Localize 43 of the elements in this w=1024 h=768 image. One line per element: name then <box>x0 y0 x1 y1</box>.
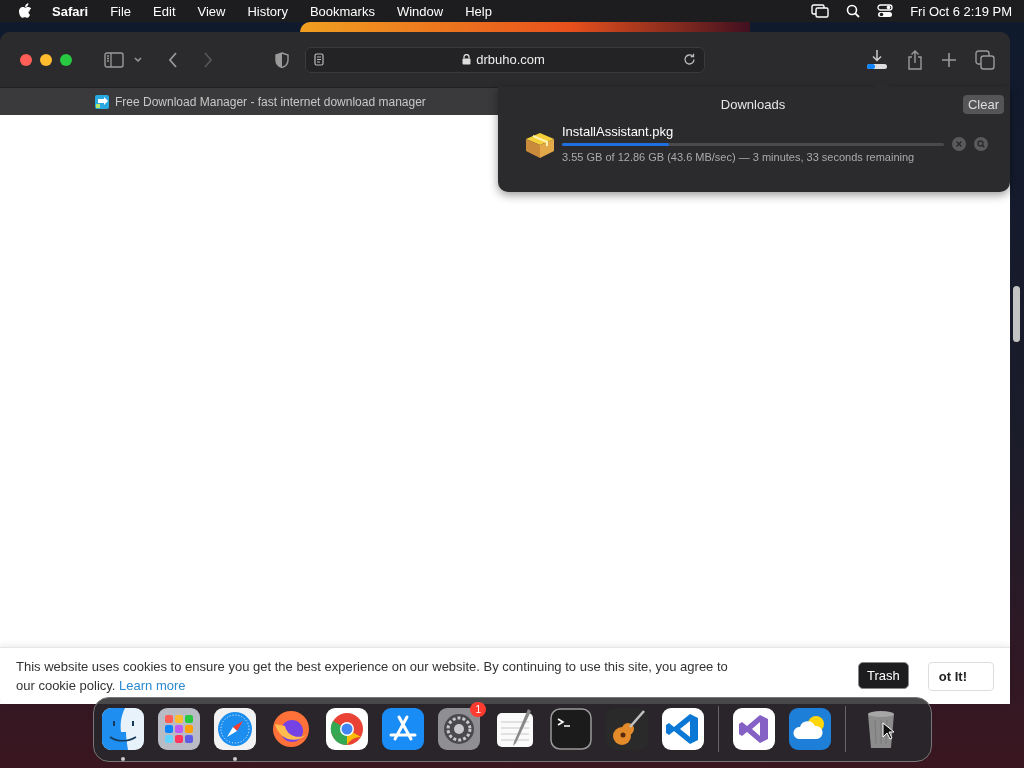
scrollbar-thumb-icon[interactable] <box>1013 286 1020 342</box>
search-icon[interactable] <box>846 4 861 18</box>
address-bar[interactable]: drbuho.com <box>305 46 705 73</box>
popover-title: Downloads <box>720 97 786 112</box>
close-button[interactable] <box>20 53 32 66</box>
clear-button[interactable]: Clear <box>962 95 1004 114</box>
download-progress-icon[interactable] <box>865 48 889 71</box>
learn-more-link[interactable]: Learn more <box>119 678 186 693</box>
reader-icon[interactable] <box>314 53 324 66</box>
menu-item[interactable]: Edit <box>153 3 176 19</box>
browser-tab[interactable]: Free Download Manager - fast internet download manager <box>0 88 498 115</box>
shield-icon[interactable] <box>275 51 289 68</box>
menu-bar-clock[interactable]: Fri Oct 6 2:19 PM <box>910 3 1012 19</box>
lock-icon <box>462 54 472 65</box>
dock-tooltip: Trash <box>858 662 909 689</box>
menu-item[interactable]: File <box>110 3 132 19</box>
apple-logo-icon[interactable] <box>18 3 32 19</box>
compass-icon[interactable] <box>214 708 256 761</box>
share-icon[interactable] <box>907 49 923 70</box>
url-text: drbuho.com <box>476 52 545 67</box>
mouse-pointer-icon <box>882 722 894 740</box>
accept-cookies-button[interactable]: ot It! <box>927 661 994 691</box>
menu-item[interactable]: Help <box>465 3 492 19</box>
cookie-notice-text: This website uses cookies to ensure you get the best experience on our website. By continuing to use this site, you agree to our cookie policy. Learn more <box>16 658 729 695</box>
tab-title: Free Download Manager - fast internet download manager <box>115 94 426 109</box>
menu-item[interactable]: Window <box>396 3 444 19</box>
plus-icon[interactable] <box>941 51 957 68</box>
screen-mirroring-icon[interactable] <box>811 4 830 18</box>
sidebar-icon[interactable] <box>104 51 124 68</box>
zoom-button[interactable] <box>60 53 72 66</box>
reload-icon[interactable] <box>683 53 696 66</box>
menu-item[interactable]: Bookmarks <box>309 3 375 19</box>
menu-item[interactable]: History <box>247 3 288 19</box>
minimize-button[interactable] <box>40 53 52 66</box>
control-center-icon[interactable] <box>877 4 894 18</box>
chevron-down-icon[interactable] <box>134 56 142 63</box>
menu-item[interactable]: View <box>197 3 226 19</box>
menu-item[interactable]: Safari <box>52 3 89 19</box>
tab-overview-icon[interactable] <box>975 49 995 70</box>
file-name: InstallAssistant.pkg <box>562 124 675 139</box>
finder-icon[interactable] <box>102 708 144 761</box>
download-status: 3.55 GB of 12.86 GB (43.6 MB/sec) — 3 minutes, 33 seconds remaining <box>562 151 916 163</box>
notification-badge: 1 <box>470 702 486 717</box>
